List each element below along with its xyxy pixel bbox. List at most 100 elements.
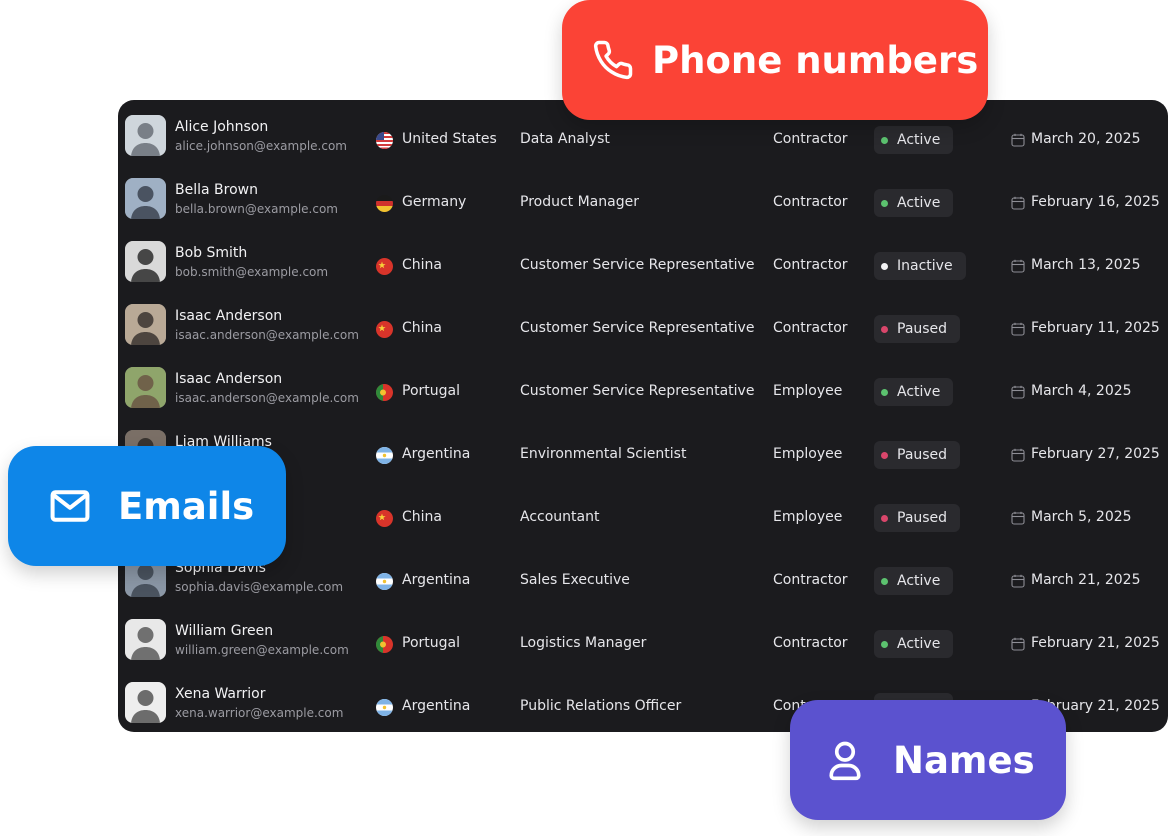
status-label: Paused [897, 447, 948, 463]
emails-callout: Emails [8, 446, 286, 566]
user-name: Isaac Anderson [175, 371, 283, 387]
avatar [125, 178, 166, 219]
job-title-cell: Data Analyst [520, 131, 610, 147]
china-flag-icon [376, 258, 393, 275]
calendar-icon [1011, 322, 1025, 336]
calendar-icon [1011, 196, 1025, 210]
status-dot-icon [881, 388, 888, 396]
date-cell: March 21, 2025 [1031, 572, 1141, 588]
date-cell: March 5, 2025 [1031, 509, 1132, 525]
table-row[interactable]: Bella Brown bella.brown@example.com German… [118, 167, 1168, 230]
status-badge: Paused [874, 504, 961, 532]
calendar-icon [1011, 511, 1025, 525]
date-cell: March 20, 2025 [1031, 131, 1141, 147]
status-dot-icon [881, 325, 888, 333]
job-title-cell: Product Manager [520, 194, 639, 210]
country-cell: China [402, 257, 442, 273]
argentina-flag-icon [376, 447, 393, 464]
employment-type-cell: Contractor [773, 257, 848, 273]
status-badge: Active [874, 126, 954, 154]
status-dot-icon [881, 451, 888, 459]
job-title-cell: Customer Service Representative [520, 257, 755, 273]
phone-numbers-callout: Phone numbers [562, 0, 988, 120]
user-name: Bella Brown [175, 182, 258, 198]
user-email: xena.warrior@example.com [175, 706, 344, 720]
job-title-cell: Logistics Manager [520, 635, 647, 651]
employment-type-cell: Employee [773, 383, 843, 399]
status-label: Active [897, 132, 941, 148]
avatar [125, 367, 166, 408]
status-badge: Paused [874, 315, 961, 343]
job-title-cell: Customer Service Representative [520, 383, 755, 399]
user-name: Bob Smith [175, 245, 248, 261]
calendar-icon [1011, 637, 1025, 651]
names-label: Names [893, 738, 1035, 782]
avatar [125, 619, 166, 660]
status-badge: Active [874, 567, 954, 595]
portugal-flag-icon [376, 636, 393, 653]
employment-type-cell: Contractor [773, 194, 848, 210]
status-badge: Inactive [874, 252, 966, 280]
user-name: Xena Warrior [175, 686, 266, 702]
status-label: Active [897, 573, 941, 589]
phone-numbers-label: Phone numbers [652, 38, 979, 82]
status-dot-icon [881, 136, 888, 144]
us-flag-icon [376, 132, 393, 149]
user-email: bella.brown@example.com [175, 202, 338, 216]
calendar-icon [1011, 574, 1025, 588]
date-cell: February 21, 2025 [1031, 635, 1160, 651]
status-label: Active [897, 195, 941, 211]
date-cell: March 13, 2025 [1031, 257, 1141, 273]
table-row[interactable]: William Green william.green@example.com Po… [118, 608, 1168, 671]
employment-type-cell: Employee [773, 446, 843, 462]
emails-label: Emails [118, 484, 255, 528]
avatar [125, 682, 166, 723]
country-cell: Argentina [402, 446, 471, 462]
country-cell: Argentina [402, 698, 471, 714]
status-badge: Active [874, 630, 954, 658]
date-cell: February 27, 2025 [1031, 446, 1160, 462]
user-email: bob.smith@example.com [175, 265, 329, 279]
user-name: Isaac Anderson [175, 308, 283, 324]
country-cell: Portugal [402, 383, 460, 399]
mail-icon [48, 484, 92, 528]
date-cell: February 16, 2025 [1031, 194, 1160, 210]
country-cell: Portugal [402, 635, 460, 651]
job-title-cell: Accountant [520, 509, 600, 525]
country-cell: United States [402, 131, 497, 147]
user-icon [823, 738, 867, 782]
date-cell: February 11, 2025 [1031, 320, 1160, 336]
employment-type-cell: Contractor [773, 572, 848, 588]
user-email: alice.johnson@example.com [175, 139, 347, 153]
status-badge: Active [874, 378, 954, 406]
user-email: isaac.anderson@example.com [175, 391, 359, 405]
user-name: William Green [175, 623, 274, 639]
calendar-icon [1011, 259, 1025, 273]
status-label: Inactive [897, 258, 953, 274]
country-cell: China [402, 320, 442, 336]
table-row[interactable]: Isaac Anderson isaac.anderson@example.com… [118, 356, 1168, 419]
table-row[interactable]: Isaac Anderson isaac.anderson@example.com… [118, 293, 1168, 356]
job-title-cell: Public Relations Officer [520, 698, 682, 714]
status-label: Active [897, 384, 941, 400]
calendar-icon [1011, 385, 1025, 399]
avatar [125, 115, 166, 156]
country-cell: Argentina [402, 572, 471, 588]
germany-flag-icon [376, 195, 393, 212]
user-name: Alice Johnson [175, 119, 269, 135]
calendar-icon [1011, 448, 1025, 462]
user-email: sophia.davis@example.com [175, 580, 344, 594]
employment-type-cell: Contractor [773, 635, 848, 651]
names-callout: Names [790, 700, 1066, 820]
table-row[interactable]: Bob Smith bob.smith@example.com China Custo… [118, 230, 1168, 293]
avatar [125, 304, 166, 345]
status-label: Paused [897, 510, 948, 526]
phone-icon [592, 39, 634, 81]
china-flag-icon [376, 321, 393, 338]
status-dot-icon [881, 262, 888, 270]
employment-type-cell: Contractor [773, 131, 848, 147]
country-cell: China [402, 509, 442, 525]
avatar [125, 241, 166, 282]
job-title-cell: Environmental Scientist [520, 446, 687, 462]
portugal-flag-icon [376, 384, 393, 401]
